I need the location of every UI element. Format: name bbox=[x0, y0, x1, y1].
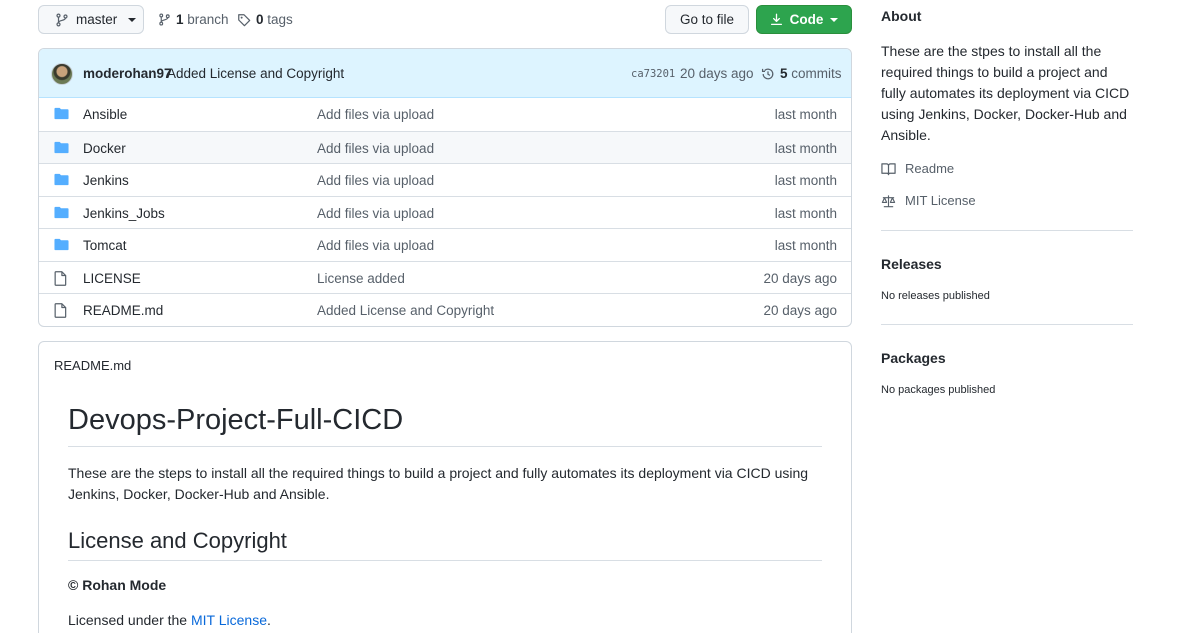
commit-hash[interactable]: ca73201 bbox=[631, 68, 675, 80]
file-row[interactable]: Docker Add files via upload last month bbox=[39, 130, 851, 163]
go-to-file-button[interactable]: Go to file bbox=[665, 5, 749, 34]
tags-count: 0 bbox=[256, 12, 264, 27]
folder-icon bbox=[54, 173, 69, 189]
commits-count: 5 bbox=[780, 66, 788, 81]
branches-count: 1 bbox=[176, 12, 184, 27]
commits-link[interactable]: 5 commits bbox=[761, 66, 842, 81]
about-title: About bbox=[881, 8, 922, 24]
releases-title[interactable]: Releases bbox=[881, 256, 942, 272]
readme-link-label: Readme bbox=[905, 161, 955, 176]
file-age: 20 days ago bbox=[763, 270, 837, 286]
folder-icon bbox=[54, 141, 69, 157]
readme-license-heading: License and Copyright bbox=[68, 528, 822, 561]
code-button-label: Code bbox=[789, 12, 824, 27]
file-rows: Ansible Add files via upload last month Doc… bbox=[39, 98, 851, 326]
file-name[interactable]: Jenkins bbox=[83, 173, 129, 188]
file-commit-message[interactable]: Added License and Copyright bbox=[317, 303, 494, 318]
file-age: last month bbox=[774, 205, 837, 221]
commit-author[interactable]: moderohan97 bbox=[83, 66, 172, 81]
file-commit-message[interactable]: Add files via upload bbox=[317, 238, 434, 253]
about-description: These are the stpes to install all the r… bbox=[881, 43, 1130, 143]
file-age: last month bbox=[774, 173, 837, 188]
folder-icon bbox=[54, 107, 69, 123]
tag-icon bbox=[238, 13, 251, 26]
latest-commit-bar: moderohan97 Added License and Copyright … bbox=[39, 49, 851, 98]
license-link[interactable]: MIT License bbox=[881, 193, 976, 208]
license-prefix: Licensed under the bbox=[68, 612, 191, 628]
law-icon bbox=[881, 194, 896, 207]
readme-heading: Devops-Project-Full-CICD bbox=[68, 404, 822, 447]
book-icon bbox=[881, 162, 896, 175]
file-age: 20 days ago bbox=[763, 303, 837, 318]
file-row[interactable]: Tomcat Add files via upload last month bbox=[39, 228, 851, 261]
file-commit-message[interactable]: Add files via upload bbox=[317, 206, 434, 221]
file-row[interactable]: Ansible Add files via upload last month bbox=[39, 98, 851, 131]
readme-license-line: Licensed under the MIT License. bbox=[68, 612, 271, 628]
readme-paragraph: These are the steps to install all the r… bbox=[68, 465, 809, 502]
avatar[interactable] bbox=[51, 63, 73, 85]
history-icon bbox=[761, 68, 774, 79]
tags-link[interactable]: 0 tags bbox=[237, 5, 293, 34]
branches-label: branch bbox=[187, 12, 229, 27]
readme-copyright: © Rohan Mode bbox=[68, 577, 167, 593]
chevron-down-icon bbox=[128, 17, 137, 22]
file-row[interactable]: Jenkins Add files via upload last month bbox=[39, 163, 851, 196]
file-row[interactable]: README.md Added License and Copyright 20 d… bbox=[39, 293, 851, 326]
license-suffix: . bbox=[266, 612, 271, 628]
file-row[interactable]: Jenkins_Jobs Add files via upload last mon… bbox=[39, 195, 851, 229]
download-icon bbox=[770, 13, 782, 26]
license-link-label: MIT License bbox=[905, 193, 976, 208]
mit-license-link[interactable]: MIT License bbox=[191, 612, 267, 628]
git-branch-icon bbox=[56, 13, 68, 26]
file-commit-message[interactable]: License added bbox=[317, 271, 405, 286]
file-name[interactable]: LICENSE bbox=[83, 271, 141, 286]
file-age: last month bbox=[774, 140, 837, 156]
repo-toolbar: master 1 branch 0 tags Go to file Code bbox=[38, 5, 852, 34]
file-name[interactable]: README.md bbox=[83, 303, 163, 318]
file-commit-message[interactable]: Add files via upload bbox=[317, 141, 434, 156]
file-row[interactable]: LICENSE License added 20 days ago bbox=[39, 260, 851, 294]
file-age: last month bbox=[774, 107, 837, 122]
packages-empty-text: No packages published bbox=[881, 384, 996, 396]
sidebar-divider bbox=[881, 230, 1133, 231]
file-icon bbox=[54, 303, 67, 321]
commit-time: 20 days ago bbox=[680, 66, 754, 81]
branch-select-button[interactable]: master bbox=[38, 5, 144, 34]
commit-message[interactable]: Added License and Copyright bbox=[167, 66, 344, 81]
commits-label: commits bbox=[791, 66, 842, 81]
file-name[interactable]: Jenkins_Jobs bbox=[83, 206, 165, 221]
tags-label: tags bbox=[267, 12, 293, 27]
folder-icon bbox=[54, 238, 69, 254]
readme-link[interactable]: Readme bbox=[881, 161, 954, 176]
file-name[interactable]: Docker bbox=[83, 141, 126, 156]
readme-panel: README.md Devops-Project-Full-CICD These… bbox=[38, 341, 852, 633]
branch-name: master bbox=[76, 12, 118, 27]
file-list: moderohan97 Added License and Copyright … bbox=[38, 48, 852, 327]
folder-icon bbox=[54, 206, 69, 222]
file-commit-message[interactable]: Add files via upload bbox=[317, 173, 434, 188]
branches-link[interactable]: 1 branch bbox=[158, 5, 229, 34]
chevron-down-icon bbox=[830, 17, 839, 22]
file-name[interactable]: Ansible bbox=[83, 107, 127, 122]
code-button[interactable]: Code bbox=[756, 5, 852, 34]
readme-filename[interactable]: README.md bbox=[54, 358, 131, 373]
sidebar-divider bbox=[881, 324, 1133, 325]
file-age: last month bbox=[774, 238, 837, 253]
git-branch-icon bbox=[159, 13, 170, 26]
file-commit-message[interactable]: Add files via upload bbox=[317, 107, 434, 122]
file-icon bbox=[54, 270, 67, 289]
file-name[interactable]: Tomcat bbox=[83, 238, 127, 253]
releases-empty-text: No releases published bbox=[881, 290, 990, 302]
packages-title[interactable]: Packages bbox=[881, 350, 946, 366]
